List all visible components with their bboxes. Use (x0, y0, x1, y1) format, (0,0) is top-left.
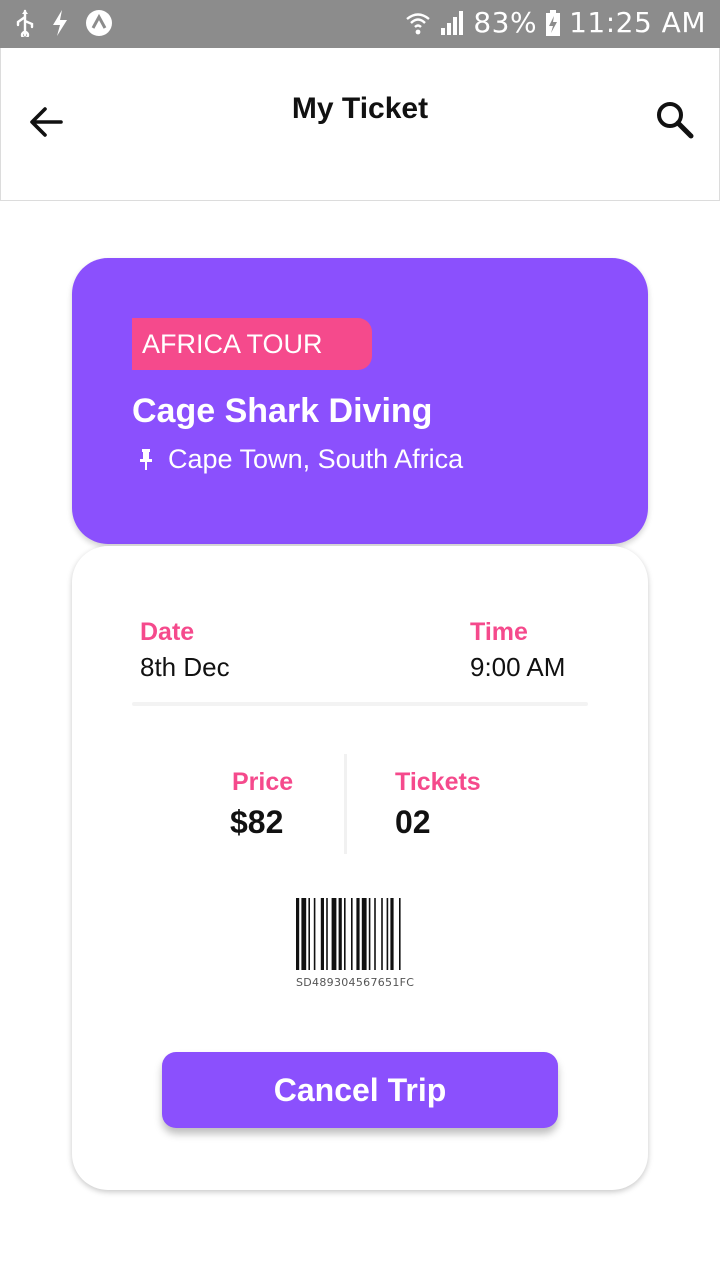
tickets-label: Tickets (395, 768, 481, 796)
search-icon (657, 102, 694, 139)
location-text: Cape Town, South Africa (168, 444, 464, 474)
tour-tag: AFRICA TOUR (132, 318, 372, 370)
event-title: Cage Shark Diving (132, 392, 433, 430)
date-label: Date (140, 618, 195, 646)
status-left-icons (14, 8, 114, 38)
battery-percent: 83% (473, 6, 538, 39)
page-title: My Ticket (291, 92, 429, 125)
flash-icon (50, 9, 70, 37)
signal-icon (439, 10, 465, 36)
app-bar: My Ticket (0, 48, 720, 201)
pin-icon (140, 448, 152, 470)
usb-icon (14, 9, 36, 37)
price-label: Price (232, 768, 294, 796)
android-icon (84, 8, 114, 38)
date-value: 8th Dec (140, 652, 230, 682)
tickets-value: 02 (395, 804, 431, 840)
vertical-divider (344, 754, 347, 854)
wifi-icon (405, 10, 431, 36)
ticket-details-card: Date 8th Dec Time 9:00 AM Price $82 Tick… (72, 546, 648, 1190)
status-bar: 83% 11:25 AM (0, 0, 720, 48)
time-value: 9:00 AM (470, 652, 566, 682)
search-button[interactable] (653, 98, 697, 142)
event-location: Cape Town, South Africa (138, 444, 463, 475)
price-value: $82 (230, 804, 284, 840)
barcode-number: SD489304567651FC (296, 976, 415, 989)
time-label: Time (470, 618, 528, 646)
divider (132, 702, 588, 706)
event-header-card: AFRICA TOUR Cage Shark Diving Cape Town,… (72, 258, 648, 544)
status-right: 83% 11:25 AM (405, 6, 706, 39)
clock: 11:25 AM (569, 6, 706, 39)
battery-charging-icon (545, 9, 561, 37)
cancel-trip-button[interactable]: Cancel Trip (162, 1052, 558, 1128)
barcode-image (296, 898, 401, 970)
